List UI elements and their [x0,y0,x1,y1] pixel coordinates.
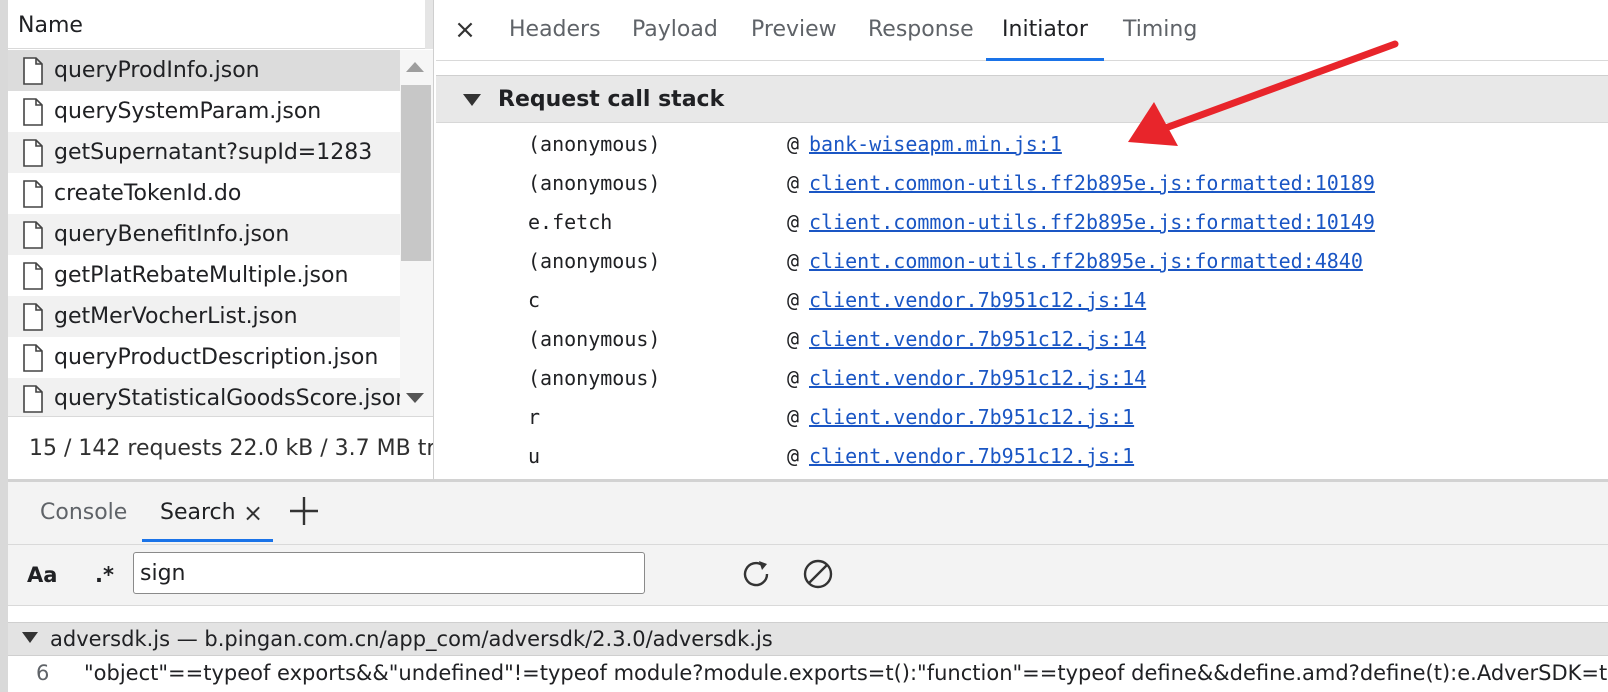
refresh-icon[interactable] [738,556,774,592]
request-name: queryProductDescription.json [54,345,379,370]
request-row[interactable]: createTokenId.do [8,173,400,214]
results-spacer [8,606,1608,622]
annotation-arrow-icon [1128,40,1399,146]
regex-toggle[interactable]: .* [95,560,114,590]
request-name: queryProdInfo.json [54,58,260,83]
tab-payload[interactable]: Payload [632,0,718,58]
stack-frame-source-link[interactable]: client.vendor.7b951c12.js:1 [809,441,1134,471]
request-row[interactable]: queryStatisticalGoodsScore.json [8,378,400,416]
stack-frame-function: (anonymous) [528,132,661,156]
clear-icon[interactable] [800,556,836,592]
document-icon [23,97,43,126]
stack-frame-at: @ [787,366,800,390]
stack-frame-function: c [528,288,541,312]
request-name: getSupernatant?supId=1283 [54,140,373,165]
stack-frame-at: @ [787,249,800,273]
stack-frame-function: (anonymous) [528,366,661,390]
document-icon [23,220,43,249]
document-icon [23,56,43,85]
stack-frame-source-link[interactable]: client.vendor.7b951c12.js:14 [809,285,1146,315]
document-icon [23,343,43,372]
stack-frame-function: (anonymous) [528,171,661,195]
document-icon [23,384,43,413]
stack-frame-source-link[interactable]: bank-wiseapm.min.js:1 [809,129,1062,159]
stack-frame-source-link[interactable]: client.vendor.7b951c12.js:14 [809,363,1146,393]
stack-frame-source-link[interactable]: client.common-utils.ff2b895e.js:formatte… [809,207,1375,237]
request-name: queryStatisticalGoodsScore.json [54,386,400,411]
request-row[interactable]: queryBenefitInfo.json [8,214,400,255]
close-detail-icon[interactable]: × [451,14,479,46]
document-icon [23,138,43,167]
tab-console[interactable]: Console [40,482,127,542]
network-status-summary: 15 / 142 requests 22.0 kB / 3.7 MB tran [8,416,433,479]
scrollbar-thumb[interactable] [401,85,431,261]
stack-frame-source-link[interactable]: client.vendor.7b951c12.js:14 [809,324,1146,354]
stack-frame-function: e.fetch [528,210,613,234]
stack-frame-at: @ [787,210,800,234]
request-name: getPlatRebateMultiple.json [54,263,349,288]
stack-frame-at: @ [787,405,800,429]
stack-frame-at: @ [787,327,800,351]
request-name: createTokenId.do [54,181,242,206]
stack-frame-source-link[interactable]: client.common-utils.ff2b895e.js:formatte… [809,168,1375,198]
request-name: getMerVocherList.json [54,304,298,329]
tab-response[interactable]: Response [868,0,974,58]
document-icon [23,261,43,290]
stack-frame-at: @ [787,132,800,156]
search-result-file: adversdk.js — b.pingan.com.cn/app_com/ad… [50,627,773,651]
stack-frame-at: @ [787,171,800,195]
request-name: querySystemParam.json [54,99,322,124]
request-row[interactable]: querySystemParam.json [8,91,400,132]
request-row[interactable]: getPlatRebateMultiple.json [8,255,400,296]
tab-initiator[interactable]: Initiator [986,0,1104,61]
scroll-up-arrow-icon[interactable] [406,62,424,72]
stack-frame-source-link[interactable]: client.vendor.7b951c12.js:1 [809,402,1134,432]
panel-edge [0,0,8,692]
tab-headers[interactable]: Headers [509,0,601,58]
request-row[interactable]: queryProdInfo.json [8,50,400,91]
stack-frame-function: (anonymous) [528,327,661,351]
call-stack-title: Request call stack [498,87,725,112]
stack-frame-function: (anonymous) [528,249,661,273]
scroll-down-arrow-icon[interactable] [406,393,424,403]
request-row[interactable]: getMerVocherList.json [8,296,400,337]
tab-preview[interactable]: Preview [751,0,837,58]
request-name: queryBenefitInfo.json [54,222,290,247]
stack-frame-source-link[interactable]: client.common-utils.ff2b895e.js:formatte… [809,246,1363,276]
document-icon [23,302,43,331]
stack-frame-function: u [528,444,541,468]
search-result-line-number: 6 [36,661,50,685]
collapse-triangle-icon[interactable] [463,94,481,106]
match-case-toggle[interactable]: Aa [27,560,57,590]
close-search-tab-icon[interactable]: × [243,498,263,528]
request-row[interactable]: getSupernatant?supId=1283 [8,132,400,173]
plus-icon[interactable] [287,494,321,528]
request-list: queryProdInfo.json querySystemParam.json g… [8,50,400,416]
search-input[interactable] [133,552,645,594]
stack-frame-at: @ [787,288,800,312]
column-resizer[interactable] [425,0,433,49]
stack-frame-at: @ [787,444,800,468]
collapse-triangle-icon[interactable] [22,632,38,643]
name-column-header[interactable]: Name [8,0,425,49]
document-icon [23,179,43,208]
request-row[interactable]: queryProductDescription.json [8,337,400,378]
stack-frame-function: r [528,405,541,429]
search-result-line[interactable]: "object"==typeof exports&&"undefined"!=t… [84,658,1607,688]
